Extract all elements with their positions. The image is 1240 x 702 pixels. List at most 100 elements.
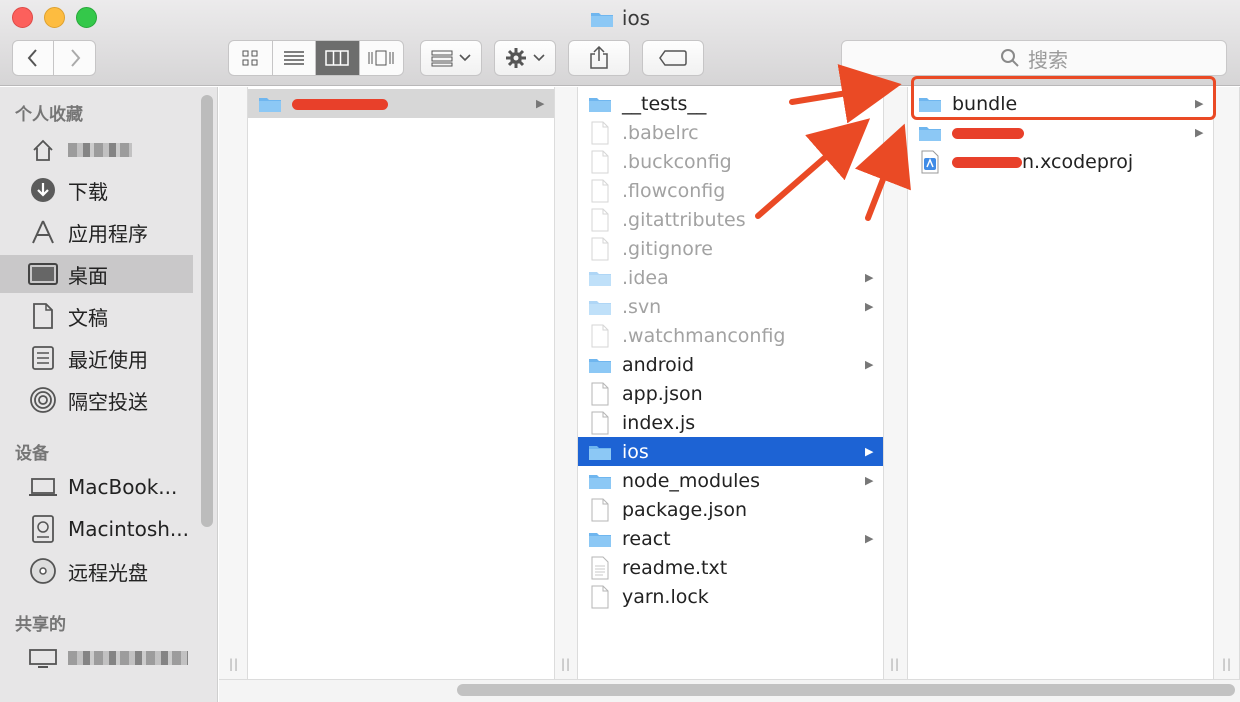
sidebar-item-label: 最近使用 — [68, 347, 148, 372]
list-item[interactable]: ▶ — [248, 89, 554, 118]
list-item-label: react — [622, 527, 671, 550]
folder-icon — [588, 530, 612, 548]
sidebar-item-label: MacBook... — [68, 475, 178, 499]
forward-button[interactable] — [54, 41, 95, 75]
list-item-label: readme.txt — [622, 556, 728, 579]
group-icon — [431, 50, 453, 67]
list-item-label: app.json — [622, 382, 703, 405]
download-icon — [26, 177, 60, 203]
disclosure-arrow-icon: ▶ — [865, 445, 874, 458]
list-item-android[interactable]: android ▶ — [578, 350, 883, 379]
devices-header: 设备 — [15, 444, 49, 464]
column-resize-handle[interactable]: || — [1214, 87, 1240, 679]
list-item-label: .buckconfig — [622, 150, 732, 173]
horizontal-scrollbar[interactable] — [457, 684, 1235, 696]
list-item-readme-txt[interactable]: readme.txt — [578, 553, 883, 582]
list-item-babelrc[interactable]: .babelrc — [578, 118, 883, 147]
folder-icon — [588, 298, 612, 316]
list-item-svn[interactable]: .svn ▶ — [578, 292, 883, 321]
sidebar-item-documents[interactable]: 文稿 — [0, 297, 193, 335]
list-item-gitignore[interactable]: .gitignore — [578, 234, 883, 263]
sidebar-item-shared-computer[interactable] — [0, 639, 193, 677]
list-item-xcodeproj[interactable]: n.xcodeproj — [908, 147, 1213, 176]
list-item-ios[interactable]: ios ▶ — [578, 437, 883, 466]
folder-icon — [588, 472, 612, 490]
window-toolbar: ios 搜索 — [0, 0, 1240, 86]
list-item[interactable]: ▶ — [908, 118, 1213, 147]
column-view-button[interactable] — [316, 41, 360, 75]
sidebar-scrollbar[interactable] — [201, 95, 213, 527]
list-item-idea[interactable]: .idea ▶ — [578, 263, 883, 292]
list-item-label: .idea — [622, 266, 669, 289]
chevron-down-icon — [533, 54, 545, 62]
list-item-label: .babelrc — [622, 121, 699, 144]
sidebar-item-applications[interactable]: 应用程序 — [0, 213, 193, 251]
tag-icon — [659, 50, 687, 66]
action-menu-button[interactable] — [494, 40, 556, 76]
redacted-folder-name — [952, 127, 1024, 139]
list-item-tests[interactable]: __tests__ ▶ — [578, 89, 883, 118]
sidebar-item-remote-disc[interactable]: 远程光盘 — [0, 552, 193, 590]
sidebar-item-downloads[interactable]: 下载 — [0, 171, 193, 209]
sidebar-item-home[interactable] — [0, 131, 193, 169]
search-field[interactable]: 搜索 — [841, 40, 1227, 76]
sidebar-item-macbook[interactable]: MacBook... — [0, 468, 193, 506]
share-button[interactable] — [568, 40, 630, 76]
list-item-gitattributes[interactable]: .gitattributes — [578, 205, 883, 234]
file-icon — [588, 208, 612, 232]
list-item-package-json[interactable]: package.json — [578, 495, 883, 524]
search-placeholder: 搜索 — [1028, 47, 1068, 72]
list-item-label: .gitattributes — [622, 208, 746, 231]
documents-icon — [26, 303, 60, 329]
chevron-down-icon — [459, 54, 471, 62]
column-3: bundle ▶ ▶ n.xcodeproj — [908, 87, 1214, 679]
column-resize-handle[interactable]: || — [555, 87, 578, 679]
display-icon — [26, 648, 60, 668]
list-item-label: .flowconfig — [622, 179, 726, 202]
sidebar-item-desktop[interactable]: 桌面 — [0, 255, 193, 293]
xcode-project-icon — [918, 150, 942, 174]
gallery-view-button[interactable] — [360, 41, 403, 75]
list-item-buckconfig[interactable]: .buckconfig — [578, 147, 883, 176]
list-item-label: n.xcodeproj — [1022, 150, 1134, 173]
back-button[interactable] — [13, 41, 55, 75]
sidebar-item-label: 桌面 — [68, 263, 108, 288]
redacted-folder-name — [292, 98, 388, 110]
file-icon — [588, 324, 612, 348]
sidebar-item-macintosh-hd[interactable]: Macintosh... — [0, 510, 193, 548]
column-resize-handle[interactable]: || — [884, 87, 908, 679]
sidebar-item-recents[interactable]: 最近使用 — [0, 339, 193, 377]
list-item-app-json[interactable]: app.json — [578, 379, 883, 408]
file-icon — [588, 382, 612, 406]
columns-icon — [325, 50, 349, 66]
list-item-react[interactable]: react ▶ — [578, 524, 883, 553]
list-item-label: yarn.lock — [622, 585, 709, 608]
list-item-index-js[interactable]: index.js — [578, 408, 883, 437]
sidebar-item-label: 隔空投送 — [68, 389, 148, 414]
sidebar-item-label: 下载 — [68, 179, 108, 204]
list-item-watchmanconfig[interactable]: .watchmanconfig — [578, 321, 883, 350]
list-item-flowconfig[interactable]: .flowconfig — [578, 176, 883, 205]
gear-icon — [506, 48, 526, 68]
folder-icon — [588, 443, 612, 461]
shared-header: 共享的 — [15, 615, 66, 635]
list-item-label: .watchmanconfig — [622, 324, 786, 347]
list-item-label: __tests__ — [622, 92, 707, 115]
gallery-icon — [368, 50, 394, 66]
group-by-button[interactable] — [420, 40, 482, 76]
list-item-node-modules[interactable]: node_modules ▶ — [578, 466, 883, 495]
view-mode-control — [228, 40, 404, 76]
search-icon — [1001, 49, 1019, 67]
list-icon — [283, 51, 304, 65]
list-view-button[interactable] — [273, 41, 316, 75]
sidebar-item-airdrop[interactable]: 隔空投送 — [0, 381, 193, 419]
tag-button[interactable] — [642, 40, 704, 76]
icon-view-button[interactable] — [229, 41, 273, 75]
list-item-yarn-lock[interactable]: yarn.lock — [578, 582, 883, 611]
file-icon — [588, 121, 612, 145]
sidebar-item-label: 应用程序 — [68, 221, 148, 246]
chevron-left-icon — [27, 49, 37, 67]
disclosure-arrow-icon: ▶ — [865, 474, 874, 487]
file-icon — [588, 237, 612, 261]
text-file-icon — [588, 556, 612, 580]
